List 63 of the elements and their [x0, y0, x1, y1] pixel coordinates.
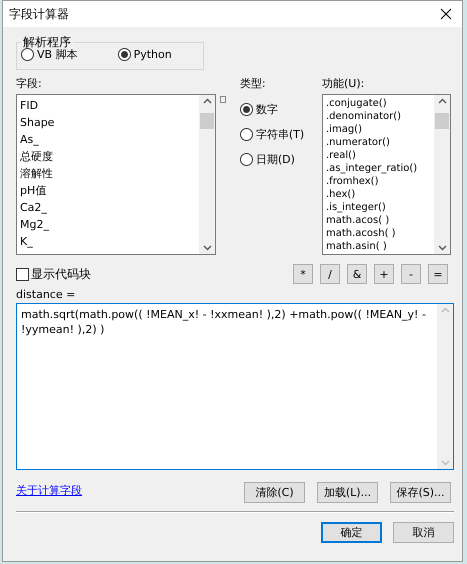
window-title: 字段计算器: [9, 6, 69, 22]
chevron-up-icon[interactable]: [438, 98, 446, 104]
list-item[interactable]: .as_integer_ratio(): [326, 162, 431, 175]
list-item[interactable]: Ca2_: [20, 199, 196, 216]
list-item[interactable]: .numerator(): [326, 136, 431, 149]
radio-label[interactable]: 日期(D): [256, 152, 295, 167]
expression-label: distance =: [16, 288, 76, 301]
list-item[interactable]: 溶解性: [20, 165, 196, 182]
operator-button[interactable]: /: [320, 264, 340, 284]
radio-button[interactable]: [240, 153, 253, 166]
list-item[interactable]: pH值: [20, 182, 196, 199]
scrollbar[interactable]: [199, 95, 215, 254]
operator-button[interactable]: -: [401, 264, 421, 284]
list-item[interactable]: math.acos( ): [326, 214, 431, 227]
scrollbar-thumb[interactable]: [200, 113, 214, 129]
scrollbar-thumb[interactable]: [435, 113, 449, 129]
list-item[interactable]: .is_integer(): [326, 201, 431, 214]
tool-button[interactable]: 清除(C): [244, 482, 305, 503]
list-item[interactable]: math.acosh( ): [326, 227, 431, 240]
functions-label: 功能(U):: [322, 76, 366, 91]
expression-field[interactable]: math.sqrt(math.pow(( !MEAN_x! - !xxmean! ),2) +math.pow(( !MEAN_y! - !yymean! ),2) ): [16, 303, 454, 470]
radio-button[interactable]: [240, 103, 253, 116]
checkbox-label: 显示代码块: [31, 266, 91, 282]
list-item[interactable]: Shape: [20, 114, 196, 131]
radio-button[interactable]: [21, 48, 34, 61]
list-item[interactable]: .imag(): [326, 123, 431, 136]
radio-button[interactable]: [118, 48, 131, 61]
close-icon[interactable]: [440, 8, 452, 20]
radio-button[interactable]: [240, 128, 253, 141]
dialog-button[interactable]: 取消: [393, 522, 454, 543]
list-item[interactable]: K_: [20, 233, 196, 250]
functions-list[interactable]: .conjugate() .denominator() .imag() .numerator() .real() .as_integer_ratio() .fromhex() .hex() .is_integer() math.acos( ) math.acosh( ) math.asin( ): [322, 94, 451, 255]
operator-button[interactable]: +: [374, 264, 394, 284]
operator-button[interactable]: *: [293, 264, 313, 284]
list-item[interactable]: FID: [20, 97, 196, 114]
type-label: 类型:: [240, 76, 267, 91]
operator-button[interactable]: =: [428, 264, 448, 284]
chevron-down-icon[interactable]: [438, 245, 446, 251]
chevron-down-icon[interactable]: [202, 245, 212, 251]
group-title: 解析程序: [22, 37, 72, 47]
list-item[interactable]: .real(): [326, 149, 431, 162]
list-item[interactable]: Mg2_: [20, 216, 196, 233]
list-item[interactable]: .fromhex(): [326, 175, 431, 188]
dialog-button[interactable]: 确定: [321, 522, 382, 543]
fields-label: 字段:: [16, 76, 43, 91]
fields-list[interactable]: FID Shape As_ 总硬度 溶解性 pH值 Ca2_ Mg2_ K_: [16, 94, 216, 255]
list-item[interactable]: math.asin( ): [326, 240, 431, 253]
list-item[interactable]: 总硬度: [20, 148, 196, 165]
chevron-up-icon[interactable]: [202, 98, 212, 104]
tool-button[interactable]: 保存(S)...: [390, 482, 451, 503]
list-item[interactable]: .conjugate(): [326, 97, 431, 110]
list-item[interactable]: As_: [20, 131, 196, 148]
operator-button[interactable]: &: [347, 264, 367, 284]
list-item[interactable]: .denominator(): [326, 110, 431, 123]
radio-label[interactable]: Python: [134, 48, 172, 61]
radio-label[interactable]: 字符串(T): [256, 127, 304, 142]
scrollbar[interactable]: [434, 95, 450, 254]
radio-label[interactable]: VB 脚本: [37, 47, 78, 62]
radio-label[interactable]: 数字: [256, 102, 278, 117]
list-item[interactable]: .hex(): [326, 188, 431, 201]
checkbox[interactable]: [16, 268, 29, 280]
tool-button[interactable]: 加载(L)...: [317, 482, 378, 503]
help-link[interactable]: 关于计算字段: [16, 483, 244, 498]
